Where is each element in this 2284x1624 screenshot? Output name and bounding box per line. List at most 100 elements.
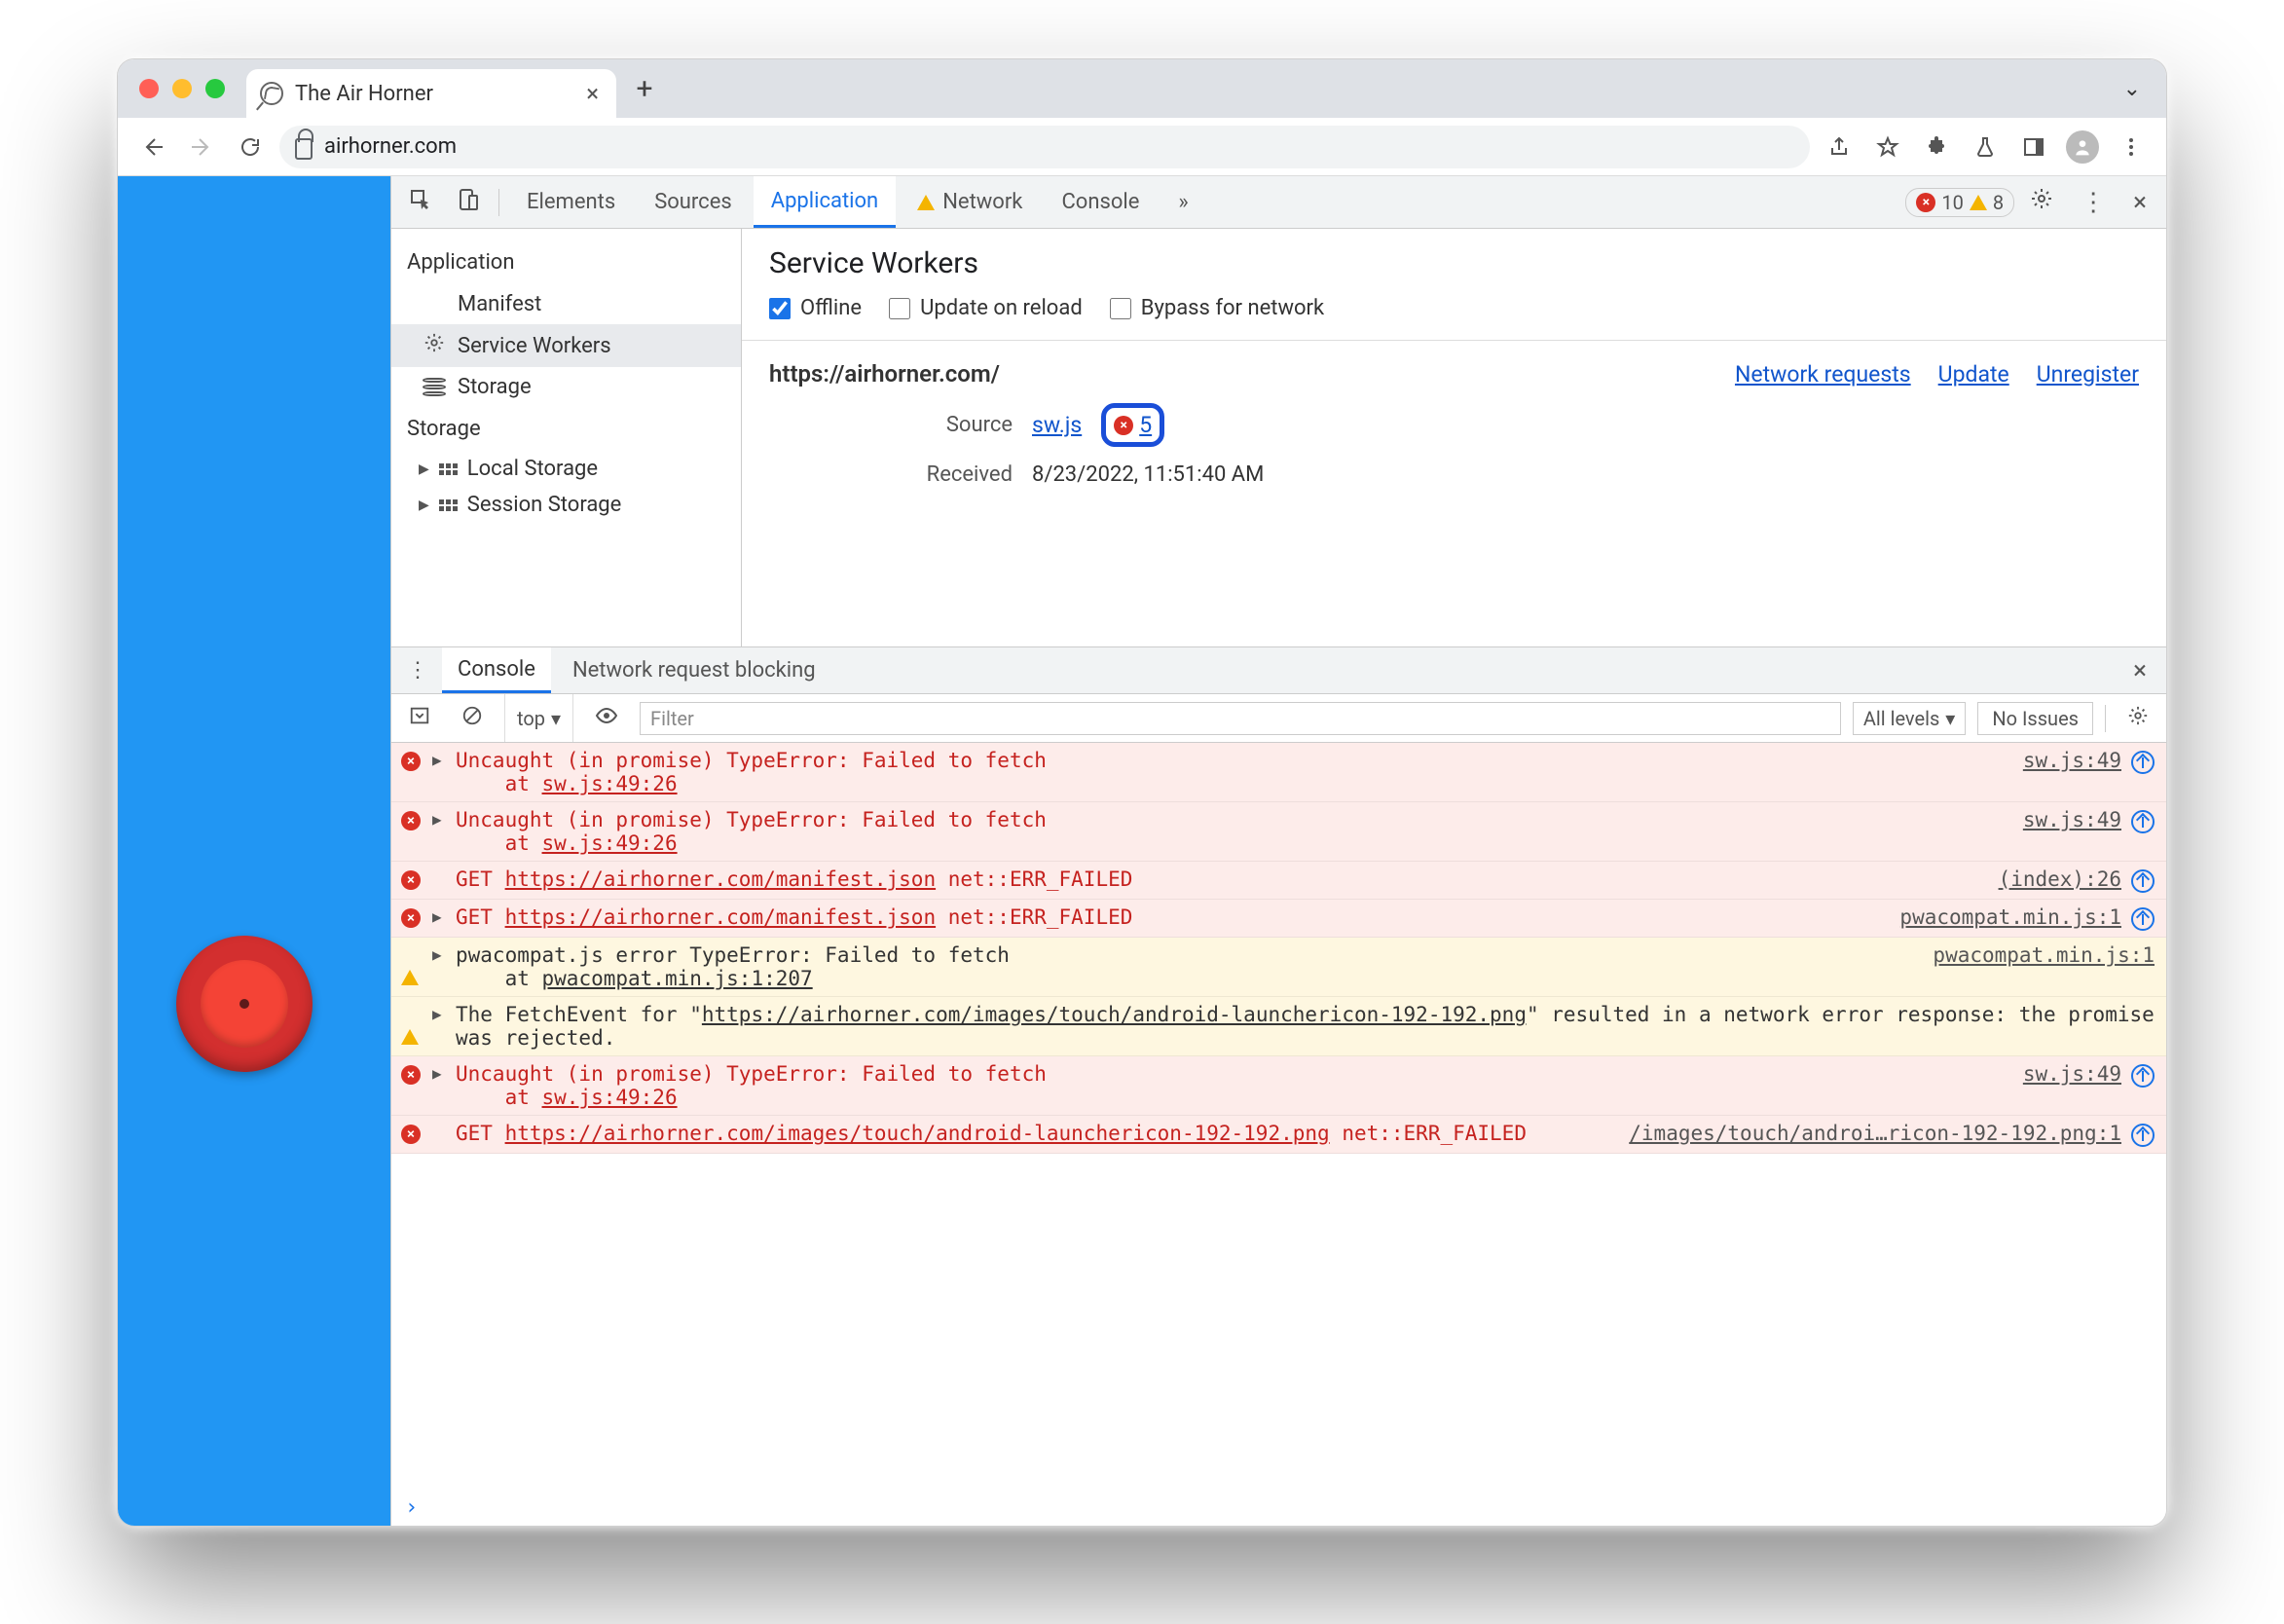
devtools-menu-button[interactable]: ⋮ <box>2069 188 2118 217</box>
bookmark-button[interactable] <box>1868 128 1907 166</box>
new-tab-button[interactable]: + <box>628 72 661 105</box>
update-on-reload-input[interactable] <box>889 298 910 319</box>
console-row[interactable]: ▶pwacompat.js error TypeError: Failed to… <box>391 938 2166 997</box>
more-tabs-button[interactable]: » <box>1160 176 1205 228</box>
console-row[interactable]: ×▶GET https://airhorner.com/manifest.jso… <box>391 900 2166 938</box>
window-close[interactable] <box>139 79 159 98</box>
console-settings-button[interactable] <box>2118 701 2158 735</box>
sw-error-count-link[interactable]: 5 <box>1139 412 1152 438</box>
window-minimize[interactable] <box>172 79 192 98</box>
drawer-tab-blocking[interactable]: Network request blocking <box>557 647 831 693</box>
source-location-link[interactable]: sw.js:49 <box>2023 749 2121 772</box>
back-button[interactable] <box>133 128 172 166</box>
tab-console[interactable]: Console <box>1044 176 1157 228</box>
tab-strip: The Air Horner × + ⌄ <box>118 59 2166 118</box>
sidepanel-button[interactable] <box>2014 128 2053 166</box>
live-expression-button[interactable] <box>585 700 628 736</box>
source-location-link[interactable]: pwacompat.min.js:1 <box>1899 905 2121 929</box>
filter-input[interactable]: Filter <box>640 702 1841 735</box>
console-row[interactable]: ×▶Uncaught (in promise) TypeError: Faile… <box>391 802 2166 862</box>
error-count-highlight: × 5 <box>1101 403 1164 447</box>
sidebar-item-storage[interactable]: Storage <box>391 367 741 407</box>
chrome-menu-button[interactable] <box>2112 128 2151 166</box>
address-bar[interactable]: airhorner.com <box>279 126 1810 168</box>
expand-caret-icon[interactable]: ▶ <box>432 1064 446 1083</box>
tabs-menu-icon[interactable]: ⌄ <box>2114 77 2151 101</box>
expand-caret-icon[interactable]: ▶ <box>432 945 446 964</box>
kebab-icon <box>2119 135 2143 159</box>
sidebar-item-local-storage[interactable]: ▶ Local Storage <box>391 451 741 487</box>
update-on-reload-checkbox[interactable]: Update on reload <box>889 296 1083 320</box>
profile-button[interactable] <box>2063 128 2102 166</box>
console-messages[interactable]: ×▶Uncaught (in promise) TypeError: Faile… <box>391 743 2166 1490</box>
sw-source-link[interactable]: sw.js <box>1032 412 1082 438</box>
console-sidebar-toggle[interactable] <box>399 701 440 735</box>
source-location-link[interactable]: sw.js:49 <box>2023 1062 2121 1086</box>
browser-tab[interactable]: The Air Horner × <box>246 69 616 118</box>
devtools-close-button[interactable]: × <box>2121 188 2158 217</box>
console-prompt[interactable]: › <box>391 1490 2166 1526</box>
message-text: GET https://airhorner.com/images/touch/a… <box>456 1122 1619 1145</box>
console-row[interactable]: ▶The FetchEvent for "https://airhorner.c… <box>391 997 2166 1056</box>
expand-caret-icon[interactable]: ▶ <box>432 1005 446 1023</box>
expand-icon: ▶ <box>419 461 429 477</box>
drawer-menu-button[interactable]: ⋮ <box>399 658 436 683</box>
source-location-link[interactable]: sw.js:49 <box>2023 808 2121 831</box>
network-requests-link[interactable]: Network requests <box>1735 361 1911 388</box>
update-link[interactable]: Update <box>1938 361 2009 388</box>
offline-checkbox[interactable]: Offline <box>769 296 862 320</box>
source-location-link[interactable]: /images/touch/androi…ricon-192-192.png:1 <box>1629 1122 2121 1145</box>
tab-application[interactable]: Application <box>754 176 896 228</box>
extensions-button[interactable] <box>1917 128 1956 166</box>
navigate-icon[interactable] <box>2131 810 2155 833</box>
bypass-input[interactable] <box>1110 298 1131 319</box>
forward-button[interactable] <box>182 128 221 166</box>
navigate-icon[interactable] <box>2131 751 2155 774</box>
navigate-icon[interactable] <box>2131 907 2155 931</box>
message-text: GET https://airhorner.com/manifest.json … <box>456 867 1989 891</box>
console-toolbar: top▾ Filter All levels▾ No Issues <box>391 694 2166 743</box>
clear-console-button[interactable] <box>452 701 493 735</box>
navigate-icon[interactable] <box>2131 1124 2155 1147</box>
context-selector[interactable]: top▾ <box>504 694 573 742</box>
drawer-tab-console[interactable]: Console <box>442 647 551 693</box>
no-issues-button[interactable]: No Issues <box>1977 702 2093 735</box>
settings-button[interactable] <box>2018 187 2065 217</box>
console-row[interactable]: ×GET https://airhorner.com/images/touch/… <box>391 1116 2166 1154</box>
tab-sources[interactable]: Sources <box>637 176 750 228</box>
source-location-link[interactable]: (index):26 <box>1999 867 2121 891</box>
window-zoom[interactable] <box>205 79 225 98</box>
navigate-icon[interactable] <box>2131 869 2155 893</box>
log-levels-selector[interactable]: All levels▾ <box>1853 702 1966 735</box>
labs-button[interactable] <box>1966 128 2005 166</box>
sidebar-icon <box>409 705 430 726</box>
sidebar-item-service-workers[interactable]: Service Workers <box>391 324 741 367</box>
console-row[interactable]: ×▶Uncaught (in promise) TypeError: Faile… <box>391 743 2166 802</box>
offline-input[interactable] <box>769 298 791 319</box>
inspect-button[interactable] <box>399 188 442 217</box>
navigate-icon[interactable] <box>2131 1064 2155 1088</box>
device-toggle-button[interactable] <box>446 188 489 217</box>
expand-caret-icon[interactable]: ▶ <box>432 907 446 926</box>
bypass-for-network-checkbox[interactable]: Bypass for network <box>1110 296 1324 320</box>
error-icon: × <box>401 870 421 890</box>
expand-caret-icon[interactable]: ▶ <box>432 810 446 829</box>
console-row[interactable]: ×▶Uncaught (in promise) TypeError: Faile… <box>391 1056 2166 1116</box>
tab-network[interactable]: Network <box>900 176 1040 228</box>
star-icon <box>1876 135 1899 159</box>
share-button[interactable] <box>1820 128 1859 166</box>
source-location-link[interactable]: pwacompat.min.js:1 <box>1933 943 2155 967</box>
drawer-close-button[interactable]: × <box>2121 656 2158 685</box>
tab-elements[interactable]: Elements <box>509 176 633 228</box>
airhorn-button[interactable] <box>176 936 313 1072</box>
eye-icon <box>595 704 618 727</box>
console-row[interactable]: × GET https://airhorner.com/manifest.json… <box>391 862 2166 900</box>
reload-button[interactable] <box>231 128 270 166</box>
unregister-link[interactable]: Unregister <box>2037 361 2139 388</box>
sidebar-item-manifest[interactable]: Manifest <box>391 284 741 324</box>
tab-close-icon[interactable]: × <box>582 80 603 107</box>
issue-counter[interactable]: × 10 8 <box>1905 188 2014 217</box>
expand-caret-icon[interactable]: ▶ <box>432 751 446 769</box>
sidebar-item-session-storage[interactable]: ▶ Session Storage <box>391 487 741 523</box>
error-count: 10 <box>1941 191 1963 214</box>
